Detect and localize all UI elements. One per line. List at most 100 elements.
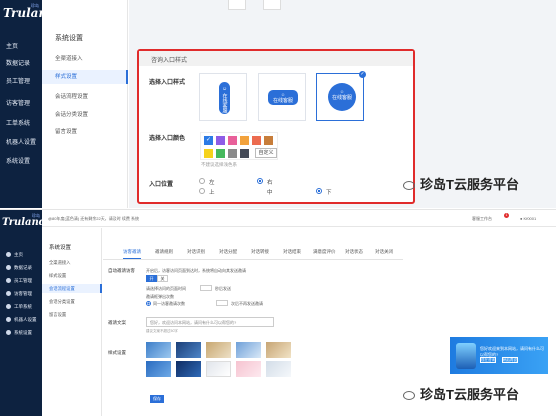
tab-assign[interactable]: 对话分配 <box>219 249 237 255</box>
subnav-item-message[interactable]: 留言设置 <box>42 127 128 137</box>
data-icon <box>6 265 11 271</box>
style-thumb-5[interactable] <box>266 342 291 358</box>
color-swatch-green[interactable] <box>216 149 225 158</box>
subnav-item-style[interactable]: 样式设置 <box>42 70 128 84</box>
rule-repeat-input[interactable] <box>216 300 228 306</box>
tab-invite[interactable]: 访客邀请 <box>123 249 141 259</box>
rule-repeat-label: 同一访客邀请次数 <box>153 301 185 306</box>
nav-data-records[interactable]: 数据记录 <box>6 58 30 67</box>
entry-style-panel: 咨询入口样式 选择入口样式 ☺ 在线客服 ☺ 在线客服 ✓ ☺ 在线客服 选择入… <box>137 49 415 204</box>
invite-text-hint: 建议文案不超过50字 <box>146 329 178 333</box>
color-swatch-purple[interactable] <box>216 136 225 145</box>
staff-icon <box>6 278 11 284</box>
style-thumb-10[interactable] <box>266 361 291 377</box>
panel-header: 咨询入口样式 <box>139 51 413 66</box>
style-thumb-8[interactable] <box>206 361 231 377</box>
tab-transfer[interactable]: 对话转接 <box>251 249 269 255</box>
color-label: 选择入口颜色 <box>149 136 186 142</box>
position-bottom-label: 下 <box>326 190 332 196</box>
color-swatch-dark[interactable] <box>240 149 249 158</box>
style-option-vertical[interactable]: ☺ 在线客服 <box>199 73 247 121</box>
check-icon: ✓ <box>359 71 366 78</box>
subnav-item-message-2[interactable]: 留言设置 <box>42 312 102 318</box>
tab-close[interactable]: 对话关闭 <box>375 249 393 255</box>
nav-tickets[interactable]: 工单系统 <box>6 118 30 127</box>
user-menu[interactable]: ● Kf0001 <box>520 216 536 221</box>
switch-off[interactable]: 关 <box>157 275 168 282</box>
position-top-label: 上 <box>209 190 215 196</box>
nav-home[interactable]: 主页 <box>6 41 18 50</box>
subnav-title-2: 系统设置 <box>49 245 72 251</box>
color-swatch-gray[interactable] <box>228 149 237 158</box>
gear-icon <box>6 330 11 336</box>
nav-staff-2[interactable]: 员工管理 <box>6 278 32 284</box>
nav-robot[interactable]: 机器人设置 <box>6 137 36 146</box>
style-label: 选择入口样式 <box>149 80 186 86</box>
style-thumb-9[interactable] <box>236 361 261 377</box>
style-thumb-4[interactable] <box>236 342 261 358</box>
subnav-item-channels[interactable]: 全渠道接入 <box>42 54 128 64</box>
rule-time-label: 请选择访问的页面时间 <box>146 286 186 291</box>
style-thumb-2[interactable] <box>176 342 201 358</box>
visitor-icon <box>6 291 11 297</box>
color-swatch-yellow[interactable] <box>204 149 213 158</box>
tab-satisfaction[interactable]: 满意度评价 <box>313 249 336 255</box>
save-button[interactable]: 保存 <box>150 395 164 403</box>
nav-visitors-2[interactable]: 访客管理 <box>6 291 32 297</box>
nav-system-2[interactable]: 系统设置 <box>6 330 32 336</box>
color-swatch-red[interactable] <box>252 136 261 145</box>
subnav-item-category-2[interactable]: 会话分类设置 <box>42 299 102 305</box>
wechat-icon <box>403 181 415 191</box>
nav-home-2[interactable]: 主页 <box>6 252 23 258</box>
nav-data-records-2[interactable]: 数据记录 <box>6 265 32 271</box>
switch-on[interactable]: 开 <box>146 275 157 282</box>
subnav-item-flow[interactable]: 会话流程设置 <box>42 92 128 102</box>
watermark: 珍岛T云服务平台 <box>403 174 519 193</box>
position-bottom-radio[interactable] <box>316 188 322 194</box>
color-swatch-brown[interactable] <box>264 136 273 145</box>
popup-later-button[interactable]: 稍后再说 <box>502 357 518 363</box>
nav-staff[interactable]: 员工管理 <box>6 76 30 85</box>
color-swatch-blue[interactable]: ✓ <box>204 136 213 145</box>
vertical-chat-icon: ☺ 在线客服 <box>219 82 230 114</box>
position-right-radio[interactable] <box>257 178 263 184</box>
color-swatch-pink[interactable] <box>228 136 237 145</box>
style-option-horizontal[interactable]: ☺ 在线客服 <box>258 73 306 121</box>
color-swatch-orange[interactable] <box>240 136 249 145</box>
rule-repeat-unit: 次后不再发送邀请 <box>231 301 263 306</box>
style-option-circle[interactable]: ✓ ☺ 在线客服 <box>316 71 366 121</box>
user-icon: ● <box>520 216 523 221</box>
style-thumb-6[interactable] <box>146 361 171 377</box>
subnav-item-category[interactable]: 会话分类设置 <box>42 110 128 120</box>
position-middle-label: 中 <box>267 190 273 196</box>
position-right-label: 右 <box>267 180 273 186</box>
subnav-item-channels-2[interactable]: 全渠道接入 <box>42 260 102 266</box>
tab-invite-rules[interactable]: 邀请规则 <box>155 249 173 255</box>
logo-badge: 珍岛 <box>31 3 39 8</box>
renewal-notice: @80年度(蓝色清) 还有剩余22天，请及时 续费 系统 <box>48 216 139 221</box>
rule-repeat-radio[interactable] <box>146 301 151 306</box>
rule-time-input[interactable] <box>200 285 212 291</box>
nav-tickets-2[interactable]: 工单系统 <box>6 304 32 310</box>
tab-status[interactable]: 对话状态 <box>345 249 363 255</box>
workbench-link[interactable]: 客服工作台 <box>472 216 492 222</box>
popup-consult-button[interactable]: 现在咨询 <box>480 357 496 363</box>
nav-robot-2[interactable]: 机器人设置 <box>6 317 37 323</box>
auto-invite-desc: 开启后，访客访问页面到达时，系统将自动向其发送邀请 <box>146 268 246 273</box>
subnav-item-style-2[interactable]: 样式设置 <box>42 273 102 279</box>
prev-card-stub-2 <box>263 0 281 10</box>
style-thumb-1[interactable] <box>146 342 171 358</box>
custom-color-button[interactable]: 自定义 <box>255 148 277 158</box>
position-left-radio[interactable] <box>199 178 205 184</box>
tab-recognition[interactable]: 对话识别 <box>187 249 205 255</box>
style-thumb-7[interactable] <box>176 361 201 377</box>
nav-visitors[interactable]: 访客管理 <box>6 98 30 107</box>
subnav-item-flow-2[interactable]: 会话流程设置 <box>42 284 102 293</box>
position-top-radio[interactable] <box>199 188 205 194</box>
position-left-label: 左 <box>209 180 215 186</box>
nav-system[interactable]: 系统设置 <box>6 156 30 165</box>
invite-text-input[interactable]: 您好，欢迎访问本网站，请问有什么可以帮您的? <box>146 317 274 327</box>
main-sidebar: Truland 珍岛 主页 数据记录 员工管理 访客管理 工单系统 机器人设置 … <box>0 0 56 208</box>
style-thumb-3[interactable] <box>206 342 231 358</box>
tab-end[interactable]: 对话结束 <box>283 249 301 255</box>
